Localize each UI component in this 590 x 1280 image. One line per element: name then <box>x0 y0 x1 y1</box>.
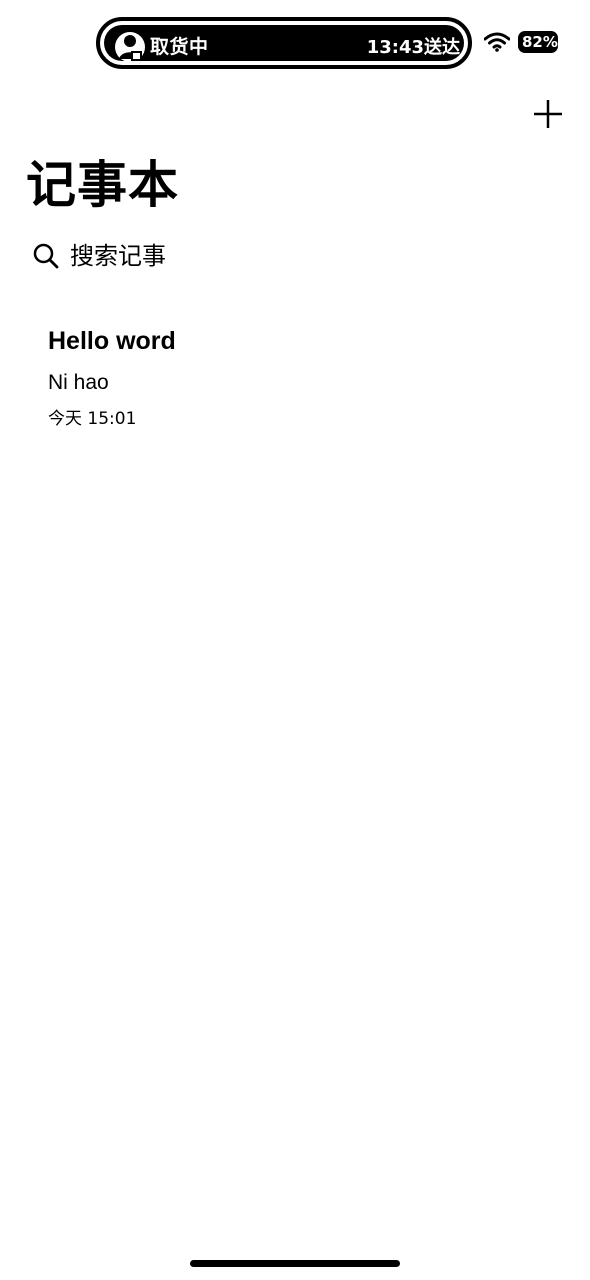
courier-icon <box>115 32 145 62</box>
note-list: Hello word Ni hao 今天 15:01 <box>48 322 548 432</box>
note-title: Hello word <box>48 327 176 355</box>
live-activity-pill[interactable]: 取货中 13:43送达 <box>96 17 472 69</box>
wifi-icon <box>484 32 510 52</box>
battery-indicator: 82% <box>518 31 558 53</box>
delivery-status-text: 取货中 <box>150 36 209 58</box>
add-note-button[interactable] <box>530 96 566 132</box>
note-preview: Ni hao <box>48 371 109 394</box>
status-bar: 取货中 13:43送达 82% <box>0 0 590 80</box>
note-timestamp: 今天 15:01 <box>48 409 137 429</box>
live-activity-inner: 取货中 13:43送达 <box>104 25 464 62</box>
home-indicator[interactable] <box>190 1260 400 1267</box>
delivery-eta-text: 13:43送达 <box>366 37 460 58</box>
page-title: 记事本 <box>26 156 179 214</box>
search-bar[interactable] <box>32 234 552 278</box>
search-input[interactable] <box>70 242 530 270</box>
plus-icon <box>534 100 562 128</box>
list-item[interactable]: Hello word Ni hao 今天 15:01 <box>48 322 548 432</box>
search-icon <box>33 243 59 269</box>
